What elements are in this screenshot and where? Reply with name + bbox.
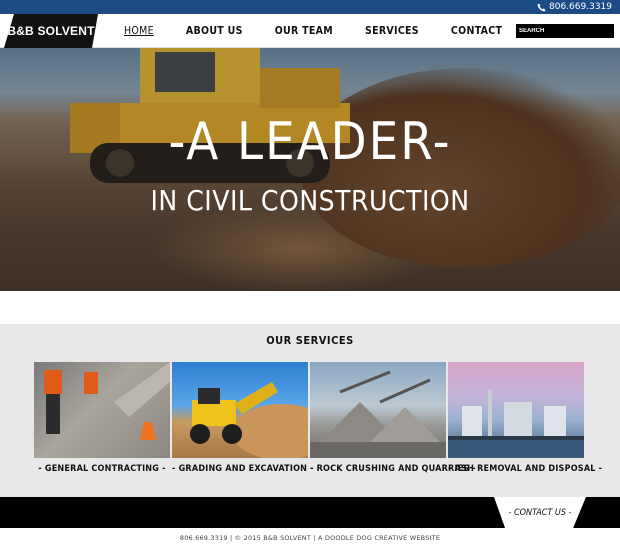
service-label-grading-excavation[interactable]: - GRADING AND EXCAVATION - — [172, 464, 314, 474]
service-card-rock-crushing[interactable]: - ROCK CRUSHING AND QUARRIES - — [310, 362, 476, 474]
services-cards: - GENERAL CONTRACTING - - GRADING AND EX… — [34, 362, 602, 474]
rock-crushing-image[interactable] — [310, 362, 446, 458]
services-title: OUR SERVICES — [266, 334, 354, 347]
service-card-grading-excavation[interactable]: - GRADING AND EXCAVATION - — [172, 362, 314, 474]
nav-item-contact[interactable]: CONTACT — [451, 25, 502, 37]
hero-banner: -A LEADER- IN CIVIL CONSTRUCTION — [0, 48, 620, 291]
top-bar: 806.669.3319 — [0, 0, 620, 14]
contact-us-button[interactable]: - CONTACT US - — [494, 497, 586, 528]
nav-item-our-team[interactable]: OUR TEAM — [275, 25, 333, 37]
logo[interactable]: B&B SOLVENT — [4, 14, 98, 48]
ash-removal-image[interactable] — [448, 362, 584, 458]
top-phone-number: 806.669.3319 — [549, 2, 612, 12]
top-phone[interactable]: 806.669.3319 — [537, 1, 612, 13]
service-card-general-contracting[interactable]: - GENERAL CONTRACTING - — [34, 362, 170, 474]
grading-excavation-image[interactable] — [172, 362, 308, 458]
service-label-rock-crushing[interactable]: - ROCK CRUSHING AND QUARRIES - — [310, 464, 476, 474]
service-card-ash-removal[interactable]: - ASH REMOVAL AND DISPOSAL - — [448, 362, 602, 474]
services-section: OUR SERVICES - GENERAL CONTRACTING - - G… — [0, 324, 620, 497]
hero-headline: -A LEADER- — [168, 112, 452, 172]
nav-menu: HOME ABOUT US OUR TEAM SERVICES CONTACT — [124, 14, 534, 48]
nav-item-services[interactable]: SERVICES — [365, 25, 419, 37]
nav-item-about-us[interactable]: ABOUT US — [186, 25, 243, 37]
hero-subheadline: IN CIVIL CONSTRUCTION — [150, 184, 470, 217]
search-input[interactable] — [516, 24, 614, 38]
service-label-ash-removal[interactable]: - ASH REMOVAL AND DISPOSAL - — [448, 464, 602, 474]
main-nav: B&B SOLVENT HOME ABOUT US OUR TEAM SERVI… — [0, 14, 620, 48]
general-contracting-image[interactable] — [34, 362, 170, 458]
phone-icon — [537, 2, 546, 11]
nav-item-home[interactable]: HOME — [124, 25, 154, 37]
service-label-general-contracting[interactable]: - GENERAL CONTRACTING - — [34, 464, 170, 474]
footer-copyright: 806.669.3319 | © 2015 B&B SOLVENT | A DO… — [179, 534, 441, 542]
